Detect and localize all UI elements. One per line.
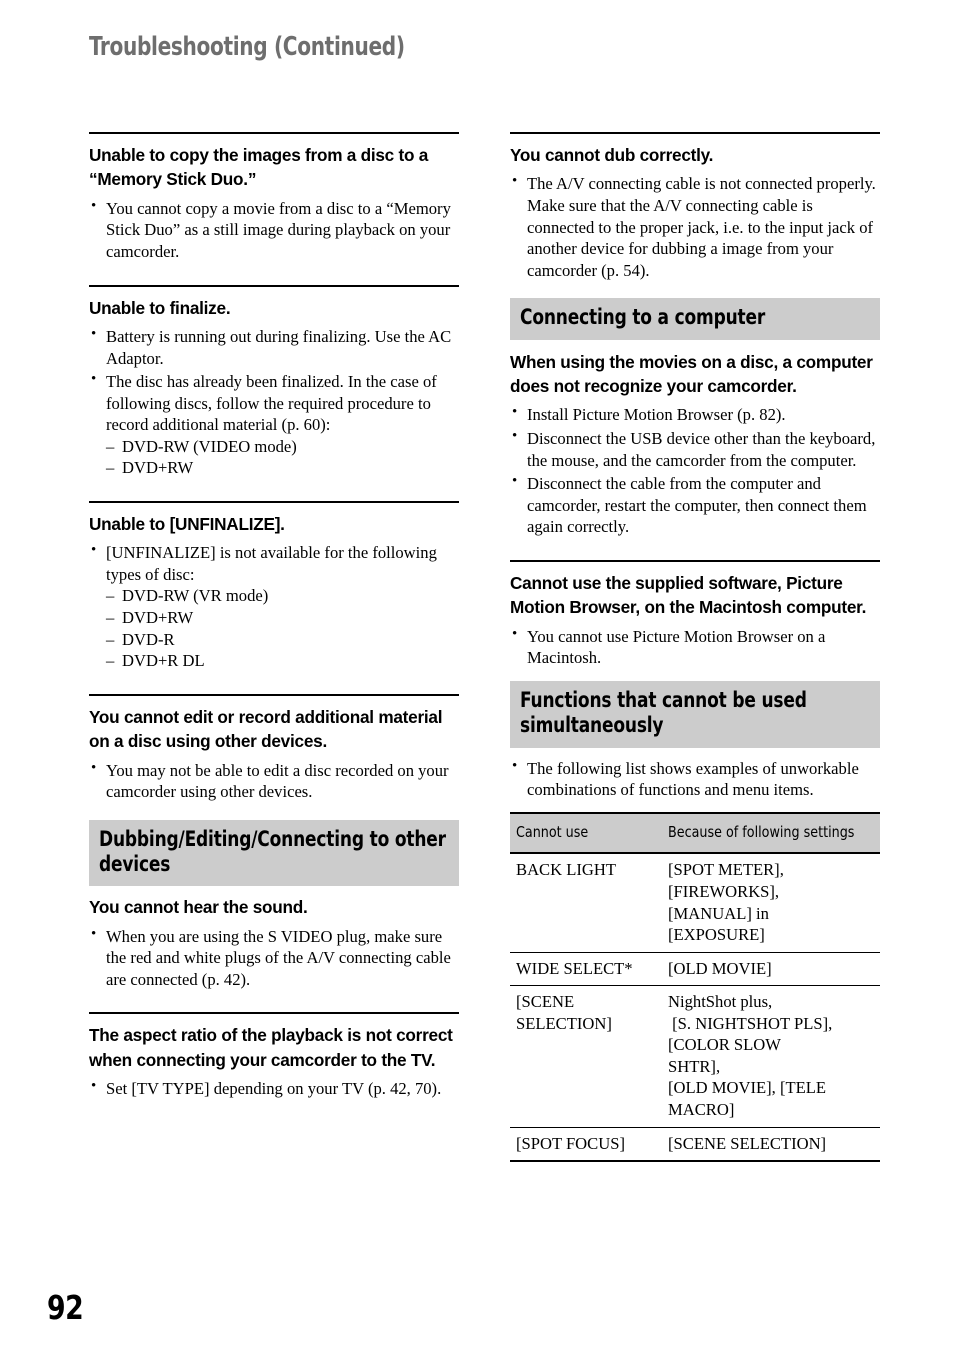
faq-heading: You cannot edit or record additional mat… bbox=[89, 706, 443, 752]
section-banner-dubbing: Dubbing/Editing/Connecting to other devi… bbox=[89, 819, 459, 887]
faq-entry-unfinalize: Unable to [UNFINALIZE]. [UNFINALIZE] is … bbox=[89, 500, 459, 672]
functions-intro-list: The following list shows examples of unw… bbox=[510, 756, 880, 801]
faq-entry-computer-not-recognize: When using the movies on a disc, a compu… bbox=[510, 350, 880, 538]
section-divider bbox=[89, 693, 459, 696]
faq-heading: Cannot use the supplied software, Pictur… bbox=[510, 572, 867, 618]
faq-bullet: Battery is running out during finalizing… bbox=[89, 325, 459, 369]
faq-entry-copy-images: Unable to copy the images from a disc to… bbox=[89, 132, 459, 263]
section-divider bbox=[89, 132, 459, 134]
faq-bullet-list: Set [TV TYPE] depending on your TV (p. 4… bbox=[89, 1077, 459, 1100]
faq-bullet-list: Install Picture Motion Browser (p. 82). … bbox=[510, 403, 880, 538]
section-banner-label: Connecting to a computer bbox=[520, 305, 766, 331]
page-running-head: Troubleshooting (Continued) bbox=[89, 32, 869, 62]
faq-bullet-list: Battery is running out during finalizing… bbox=[89, 325, 459, 479]
faq-entry-macintosh: Cannot use the supplied software, Pictur… bbox=[510, 559, 880, 669]
table-row: WIDE SELECT* [OLD MOVIE] bbox=[510, 952, 880, 987]
section-divider bbox=[89, 284, 459, 287]
faq-bullet: You may not be able to edit a disc recor… bbox=[89, 759, 459, 803]
faq-bullet: Disconnect the cable from the computer a… bbox=[510, 472, 880, 538]
faq-bullet-list: The A/V connecting cable is not connecte… bbox=[510, 172, 880, 281]
faq-bullet-text: The disc has already been finalized. In … bbox=[106, 372, 437, 435]
faq-bullet-list: You may not be able to edit a disc recor… bbox=[89, 759, 459, 803]
left-column: Unable to copy the images from a disc to… bbox=[89, 132, 459, 1102]
section-banner-connecting-computer: Connecting to a computer bbox=[510, 298, 880, 340]
faq-bullet-list: You cannot copy a movie from a disc to a… bbox=[89, 197, 459, 263]
page-number: 92 bbox=[47, 1288, 84, 1327]
faq-bullet: When you are using the S VIDEO plug, mak… bbox=[89, 925, 459, 991]
table-header-cannot-use: Cannot use bbox=[510, 811, 662, 855]
faq-sub-item: DVD-R bbox=[106, 629, 459, 651]
table-cell-cannot-use: [SCENE SELECTION] bbox=[510, 985, 662, 1128]
faq-bullet: The disc has already been finalized. In … bbox=[89, 370, 459, 479]
faq-sub-list: DVD-RW (VIDEO mode) DVD+RW bbox=[106, 436, 459, 479]
table-cell-because: NightShot plus, [S. NIGHTSHOT PLS], [COL… bbox=[662, 985, 880, 1128]
section-banner-functions: Functions that cannot be used simultaneo… bbox=[510, 680, 880, 748]
section-divider bbox=[510, 132, 880, 134]
faq-sub-item: DVD+RW bbox=[106, 607, 459, 629]
faq-sub-list: DVD-RW (VR mode) DVD+RW DVD-R DVD+R DL bbox=[106, 585, 459, 671]
faq-bullet: [UNFINALIZE] is not available for the fo… bbox=[89, 541, 459, 671]
faq-heading: The aspect ratio of the playback is not … bbox=[89, 1025, 453, 1070]
faq-heading: Unable to copy the images from a disc to… bbox=[89, 145, 429, 190]
faq-sub-item: DVD+R DL bbox=[106, 650, 459, 672]
table-cell-because: [SPOT METER], [FIREWORKS], [MANUAL] in [… bbox=[662, 853, 880, 953]
faq-heading: You cannot dub correctly. bbox=[510, 145, 714, 165]
faq-entry-no-sound: You cannot hear the sound. When you are … bbox=[89, 895, 459, 990]
table-row: [SCENE SELECTION] NightShot plus, [S. NI… bbox=[510, 985, 880, 1128]
faq-bullet-list: You cannot use Picture Motion Browser on… bbox=[510, 625, 880, 669]
faq-heading: You cannot hear the sound. bbox=[89, 897, 308, 918]
table-header-row: Cannot use Because of following settings bbox=[510, 811, 880, 855]
page-title: Troubleshooting (Continued) bbox=[89, 32, 405, 62]
right-column: You cannot dub correctly. The A/V connec… bbox=[510, 132, 880, 1163]
faq-bullet-text: [UNFINALIZE] is not available for the fo… bbox=[106, 543, 437, 584]
faq-bullet: You cannot copy a movie from a disc to a… bbox=[89, 197, 459, 263]
faq-sub-item: DVD+RW bbox=[106, 457, 459, 479]
faq-entry-cannot-edit: You cannot edit or record additional mat… bbox=[89, 693, 459, 803]
faq-bullet: Disconnect the USB device other than the… bbox=[510, 427, 880, 471]
table-row: BACK LIGHT [SPOT METER], [FIREWORKS], [M… bbox=[510, 853, 880, 953]
table-row: [SPOT FOCUS] [SCENE SELECTION] bbox=[510, 1127, 880, 1163]
faq-bullet: Set [TV TYPE] depending on your TV (p. 4… bbox=[89, 1077, 459, 1100]
table-cell-cannot-use: BACK LIGHT bbox=[510, 853, 662, 953]
faq-entry-unable-finalize: Unable to finalize. Battery is running o… bbox=[89, 284, 459, 479]
faq-sub-item: DVD-RW (VR mode) bbox=[106, 585, 459, 607]
table-header-label: Because of following settings bbox=[668, 822, 855, 841]
table-header-label: Cannot use bbox=[516, 822, 589, 841]
section-divider bbox=[89, 500, 459, 503]
faq-heading: Unable to [UNFINALIZE]. bbox=[89, 513, 285, 534]
section-banner-label: Dubbing/Editing/Connecting to other devi… bbox=[99, 826, 446, 878]
incompatible-functions-table: Cannot use Because of following settings… bbox=[510, 811, 880, 1163]
faq-sub-item: DVD-RW (VIDEO mode) bbox=[106, 436, 459, 458]
faq-bullet: The A/V connecting cable is not connecte… bbox=[510, 172, 880, 281]
section-banner-label: Functions that cannot be used simultaneo… bbox=[520, 687, 807, 739]
section-divider bbox=[89, 1012, 459, 1015]
faq-entry-cannot-dub: You cannot dub correctly. The A/V connec… bbox=[510, 132, 880, 281]
faq-bullet-list: [UNFINALIZE] is not available for the fo… bbox=[89, 541, 459, 671]
faq-bullet: Install Picture Motion Browser (p. 82). bbox=[510, 403, 880, 426]
table-cell-cannot-use: WIDE SELECT* bbox=[510, 952, 662, 987]
faq-heading: Unable to finalize. bbox=[89, 297, 231, 318]
table-header-because: Because of following settings bbox=[662, 811, 880, 855]
faq-bullet: You cannot use Picture Motion Browser on… bbox=[510, 625, 880, 669]
faq-bullet: The following list shows examples of unw… bbox=[510, 756, 880, 801]
faq-entry-aspect-ratio: The aspect ratio of the playback is not … bbox=[89, 1012, 459, 1099]
table-cell-cannot-use: [SPOT FOCUS] bbox=[510, 1127, 662, 1163]
faq-bullet-list: When you are using the S VIDEO plug, mak… bbox=[89, 925, 459, 991]
section-divider bbox=[510, 559, 880, 562]
table-cell-because: [SCENE SELECTION] bbox=[662, 1127, 880, 1163]
faq-heading: When using the movies on a disc, a compu… bbox=[510, 351, 873, 397]
table-cell-because: [OLD MOVIE] bbox=[662, 952, 880, 987]
